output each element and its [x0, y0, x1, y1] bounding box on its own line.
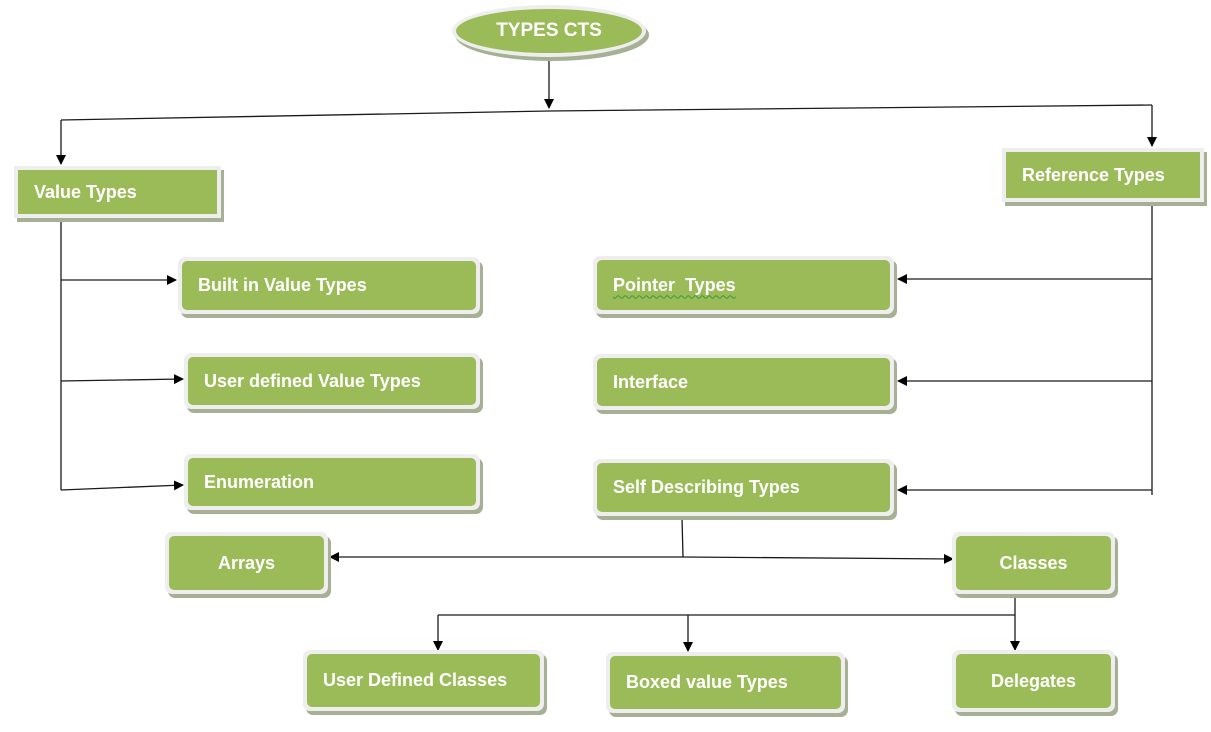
edge-top-bus-right: [548, 104, 1153, 112]
node-label: Self Describing Types: [597, 463, 890, 512]
node-self-describing-types: Self Describing Types: [593, 459, 894, 516]
node-user-defined-classes: User Defined Classes: [303, 650, 544, 711]
edge-to-user-defined-value: [60, 374, 184, 385]
node-label: Arrays: [169, 536, 324, 590]
node-label: Interface: [597, 358, 890, 406]
node-delegates: Delegates: [952, 650, 1115, 712]
node-label: User defined Value Types: [188, 357, 476, 405]
node-label: Built in Value Types: [182, 261, 476, 310]
node-arrays: Arrays: [165, 532, 328, 594]
node-label: Enumeration: [188, 458, 476, 506]
node-label: Pointer Types: [613, 274, 736, 295]
edge-to-enumeration: [60, 480, 184, 491]
node-enumeration: Enumeration: [184, 454, 480, 510]
node-label: TYPES CTS: [456, 9, 642, 53]
node-label: Reference Types: [1006, 152, 1200, 198]
node-value-types: Value Types: [14, 166, 221, 218]
node-classes: Classes: [952, 532, 1115, 594]
edge-top-bus-left: [60, 110, 550, 121]
edge-to-classes: [682, 553, 954, 564]
node-label: Boxed value Types: [610, 656, 841, 709]
cts-type-diagram: TYPES CTS Value Types Reference Types Bu…: [0, 0, 1211, 732]
node-interface: Interface: [593, 354, 894, 410]
node-boxed-value-types: Boxed value Types: [606, 652, 845, 713]
node-label: User Defined Classes: [307, 654, 540, 707]
node-reference-types: Reference Types: [1002, 148, 1204, 202]
node-user-defined-value-types: User defined Value Types: [184, 353, 480, 409]
node-label: Delegates: [956, 654, 1111, 708]
node-built-in-value-types: Built in Value Types: [178, 257, 480, 314]
node-label: Classes: [956, 536, 1111, 590]
node-label: Value Types: [18, 170, 217, 214]
node-types-cts: TYPES CTS: [452, 5, 646, 57]
node-pointer-types: Pointer Types: [593, 256, 894, 314]
edge-self-down: [681, 517, 684, 558]
